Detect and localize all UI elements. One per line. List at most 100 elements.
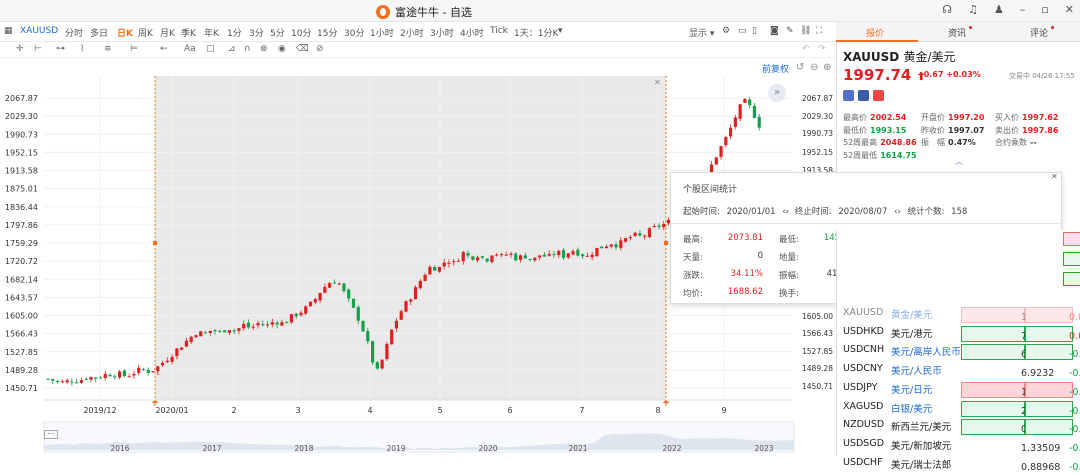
- quote-field-value: 1997.86: [1022, 125, 1059, 135]
- period-tab-6[interactable]: 年K: [204, 26, 219, 39]
- arrow-tool-icon[interactable]: ←: [160, 44, 168, 54]
- candle-body: [643, 235, 647, 237]
- candle-body: [433, 266, 437, 271]
- expand-panel-button[interactable]: »: [768, 84, 786, 102]
- symbol-label[interactable]: XAUUSD: [20, 26, 58, 36]
- news-icon[interactable]: [858, 90, 869, 101]
- ruler-icon[interactable]: ⊿: [228, 44, 236, 54]
- restore-icon[interactable]: ▫: [1041, 3, 1048, 16]
- watchlist-row[interactable]: USDCNY 美元/人民币 6.9232-0.14%: [837, 360, 1080, 379]
- watchlist-row[interactable]: USDHKD 美元/港元 7.849950.00%: [837, 323, 1080, 342]
- period-tab-2[interactable]: 日K: [117, 26, 133, 39]
- globe-icon[interactable]: [843, 90, 854, 101]
- candle-body: [108, 374, 112, 377]
- side-tab-2[interactable]: 评论: [1030, 26, 1055, 39]
- display-dropdown[interactable]: 显示 ▾: [689, 26, 714, 39]
- selection-handle[interactable]: [664, 241, 668, 245]
- period-tab-10[interactable]: 10分: [291, 26, 311, 39]
- watchlist-row[interactable]: USDJPY 美元/日元 133.460-0.20%: [837, 379, 1080, 398]
- candle-body: [223, 330, 227, 333]
- period-tab-15[interactable]: 3小时: [430, 26, 454, 39]
- period-tab-0[interactable]: 分时: [65, 26, 83, 39]
- watchlist-row[interactable]: USDCNH 美元/离岸人民币6.93649-0.05%: [837, 341, 1080, 361]
- selection-arrow-icon[interactable]: ◂▸: [151, 398, 159, 406]
- split-icon[interactable]: ▯: [752, 26, 757, 36]
- fullscreen-icon[interactable]: ⛶: [816, 26, 822, 36]
- candle-body: [561, 250, 566, 258]
- layout-icon[interactable]: ▭: [738, 26, 747, 36]
- comment-tool-icon[interactable]: ▢: [206, 44, 215, 54]
- settings-icon[interactable]: ⚙: [722, 26, 730, 36]
- period-tab-16[interactable]: 4小时: [460, 26, 484, 39]
- magnet-icon[interactable]: ∩: [244, 44, 251, 54]
- close-stats-icon[interactable]: ✕: [1051, 172, 1058, 181]
- drawing-toolbar: ✛ ⊢ ⊶ ⌇ ≡ ⊨ ← Aa ▢ ⊿ ∩ ⊗ ◉ ⌫ ⊘ ↶ ↷: [0, 42, 836, 58]
- zoom-out-icon[interactable]: ⊖: [810, 62, 818, 73]
- zoom-in-icon[interactable]: ⊕: [823, 62, 831, 73]
- close-icon[interactable]: ✕: [1065, 3, 1074, 16]
- watchlist-row[interactable]: USDSGD 美元/新加坡元 1.33509-0.25%: [837, 435, 1080, 454]
- period-tab-1[interactable]: 多日: [90, 26, 108, 39]
- period-tab-18[interactable]: 1天：1分K: [514, 26, 558, 39]
- eye-icon[interactable]: ◉: [278, 44, 286, 54]
- reset-zoom-icon[interactable]: ↺: [796, 62, 804, 73]
- trash-icon[interactable]: ⌫: [296, 44, 309, 54]
- period-tab-14[interactable]: 2小时: [400, 26, 424, 39]
- line-tool-icon[interactable]: ⊢: [34, 44, 42, 54]
- pen-icon[interactable]: ✎: [786, 26, 794, 36]
- fib-tool-icon[interactable]: ⊨: [130, 44, 138, 54]
- selection-arrow-icon[interactable]: ◂▸: [662, 398, 670, 406]
- collapse-chevron-icon[interactable]: ︿: [955, 156, 963, 167]
- period-tab-4[interactable]: 月K: [160, 26, 175, 39]
- navigator-more-icon[interactable]: ···: [44, 430, 58, 439]
- period-tab-5[interactable]: 季K: [181, 26, 196, 39]
- ray-tool-icon[interactable]: ⊶: [56, 44, 65, 54]
- text-tool-icon[interactable]: Aa: [184, 44, 196, 54]
- side-tab-1[interactable]: 资讯: [948, 26, 973, 39]
- period-tab-7[interactable]: 1分: [227, 26, 242, 39]
- watch-name: 美元/新加坡元: [891, 440, 952, 452]
- period-tab-17[interactable]: Tick: [490, 26, 508, 36]
- camera-icon[interactable]: ◙: [770, 26, 779, 36]
- side-tab-label: 报价: [866, 29, 885, 39]
- period-tab-3[interactable]: 周K: [138, 26, 153, 39]
- bell-icon[interactable]: ♫: [968, 3, 978, 16]
- wave-tool-icon[interactable]: ⌇: [80, 44, 84, 54]
- undo-icon[interactable]: ↶: [802, 44, 810, 54]
- candle-body: [137, 367, 141, 373]
- period-tab-13[interactable]: 1小时: [370, 26, 394, 39]
- watchlist-row[interactable]: XAGUSD 白银/美元 24.965-0.21%: [837, 398, 1080, 417]
- period-tab-8[interactable]: 3分: [249, 26, 264, 39]
- selection-handle[interactable]: [153, 241, 157, 245]
- start-date-step-icon[interactable]: ‹›: [782, 207, 789, 217]
- period-tab-12[interactable]: 30分: [344, 26, 364, 39]
- headset-icon[interactable]: ☊: [942, 3, 952, 16]
- watch-name: 黄金/美元: [891, 310, 933, 321]
- candle-body: [246, 322, 251, 328]
- crosshair-icon[interactable]: ✛: [16, 44, 24, 54]
- watch-code: USDCNY: [843, 363, 883, 375]
- period-tab-11[interactable]: 15分: [317, 26, 337, 39]
- start-date[interactable]: 2020/01/01: [727, 207, 776, 217]
- period-tab-9[interactable]: 5分: [270, 26, 285, 39]
- shirt-icon[interactable]: ♟: [994, 3, 1004, 16]
- side-tab-0[interactable]: 报价: [866, 26, 884, 39]
- end-date-step-icon[interactable]: ‹›: [894, 207, 901, 217]
- minimize-icon[interactable]: –: [1020, 3, 1026, 16]
- close-selection-icon[interactable]: ✕: [654, 78, 661, 87]
- watchlist-row[interactable]: XAUUSD 黄金/美元 1997.740.03%: [837, 304, 1080, 323]
- window-title-text: 富途牛牛 - 自选: [395, 6, 472, 19]
- grid-icon[interactable]: ▦: [4, 26, 13, 36]
- watchlist-row[interactable]: USDCHF 美元/瑞士法郎 0.88968 -0.27%: [837, 454, 1080, 473]
- period-dropdown-icon[interactable]: ▾: [558, 26, 563, 36]
- link-icon[interactable]: ⛓: [800, 26, 811, 36]
- watch-code: NZDUSD: [843, 419, 885, 431]
- favorite-heart-icon[interactable]: [873, 90, 884, 101]
- redo-icon[interactable]: ↷: [818, 44, 826, 54]
- channel-tool-icon[interactable]: ≡: [104, 44, 112, 54]
- lock-icon[interactable]: ⊗: [260, 44, 268, 54]
- end-date[interactable]: 2020/08/07: [838, 207, 887, 217]
- watchlist-row[interactable]: NZDUSD 新西兰元/美元 0.61242-0.21%: [837, 416, 1080, 436]
- hide-icon[interactable]: ⊘: [316, 44, 324, 54]
- restore-adjust-button[interactable]: 前复权: [762, 62, 789, 75]
